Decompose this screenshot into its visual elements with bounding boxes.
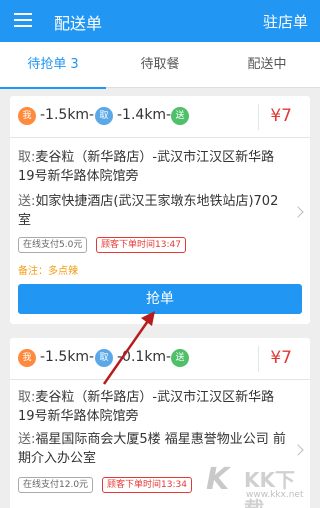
delivery-label: 送: <box>18 432 36 447</box>
distance-row: 我 -1.5km- 取 -1.4km- 送 ¥7 <box>10 96 310 138</box>
delivery-fee: ¥7 <box>270 106 292 126</box>
delivery-label: 送: <box>18 194 36 209</box>
tab-pending-grab[interactable]: 待抢单 3 <box>0 42 106 89</box>
order-time-tag: 顾客下单时间13:34 <box>102 477 192 493</box>
delivery-fee: ¥7 <box>270 348 292 368</box>
kk-logo-icon: K <box>206 462 230 497</box>
tab-delivering[interactable]: 配送中 <box>214 42 320 88</box>
tab-label: 待抢单 <box>27 57 67 72</box>
courier-location-icon: 我 <box>18 107 36 125</box>
pickup-label: 取: <box>18 390 36 405</box>
watermark-logo: K KK下载 www.kkx.net <box>204 458 314 508</box>
watermark-text: KK下载 <box>244 468 295 508</box>
chevron-right-icon[interactable] <box>292 206 304 218</box>
menu-icon[interactable] <box>14 13 32 27</box>
order-card[interactable]: 我 -1.5km- 取 -1.4km- 送 ¥7 取:麦谷粒（新华路店）-武汉市… <box>10 96 310 324</box>
courier-location-icon: 我 <box>18 349 36 367</box>
distance-to-shop: -1.5km- <box>40 349 95 365</box>
watermark-url: www.kkx.net <box>246 490 304 500</box>
pickup-label: 取: <box>18 150 36 165</box>
divider <box>258 346 259 372</box>
pickup-address: 取:麦谷粒（新华路店）-武汉市江汉区新华路19号新华路体院馆旁 <box>18 148 288 186</box>
delivery-location-icon: 送 <box>171 349 189 367</box>
distance-to-shop: -1.5km- <box>40 107 95 123</box>
payment-tag: 在线支付5.0元 <box>18 237 88 253</box>
tab-pending-pickup[interactable]: 待取餐 <box>106 42 214 88</box>
distance-row: 我 -1.5km- 取 -0.1km- 送 ¥7 <box>10 338 310 380</box>
pickup-address-text: 麦谷粒（新华路店）-武汉市江汉区新华路19号新华路体院馆旁 <box>18 390 275 424</box>
delivery-address-text: 如家快捷酒店(武汉王家墩东地铁站店)702室 <box>18 194 279 228</box>
order-time-tag: 顾客下单时间13:47 <box>96 237 186 253</box>
page-title: 配送单 <box>54 14 103 33</box>
pickup-address-text: 麦谷粒（新华路店）-武汉市江汉区新华路19号新华路体院馆旁 <box>18 150 275 184</box>
delivery-location-icon: 送 <box>171 107 189 125</box>
grab-order-button[interactable]: 抢单 <box>18 284 302 314</box>
active-tab-indicator <box>0 87 106 89</box>
distance-to-customer: -1.4km- <box>117 107 172 123</box>
divider <box>258 104 259 130</box>
pickup-address: 取:麦谷粒（新华路店）-武汉市江汉区新华路19号新华路体院馆旁 <box>18 388 288 426</box>
pickup-location-icon: 取 <box>95 349 113 367</box>
pickup-location-icon: 取 <box>95 107 113 125</box>
tab-count-badge: 3 <box>70 57 79 72</box>
order-tabs: 待抢单 3 待取餐 配送中 <box>0 42 320 89</box>
stationed-orders-button[interactable]: 驻店单 <box>263 11 308 32</box>
delivery-address: 送:如家快捷酒店(武汉王家墩东地铁站店)702室 <box>18 192 288 230</box>
distance-to-customer: -0.1km- <box>117 349 172 365</box>
payment-tag: 在线支付12.0元 <box>18 477 94 493</box>
chevron-right-icon[interactable] <box>292 444 304 456</box>
app-header: 配送单 驻店单 <box>0 0 320 42</box>
order-note: 备注：多点辣 <box>18 266 78 277</box>
